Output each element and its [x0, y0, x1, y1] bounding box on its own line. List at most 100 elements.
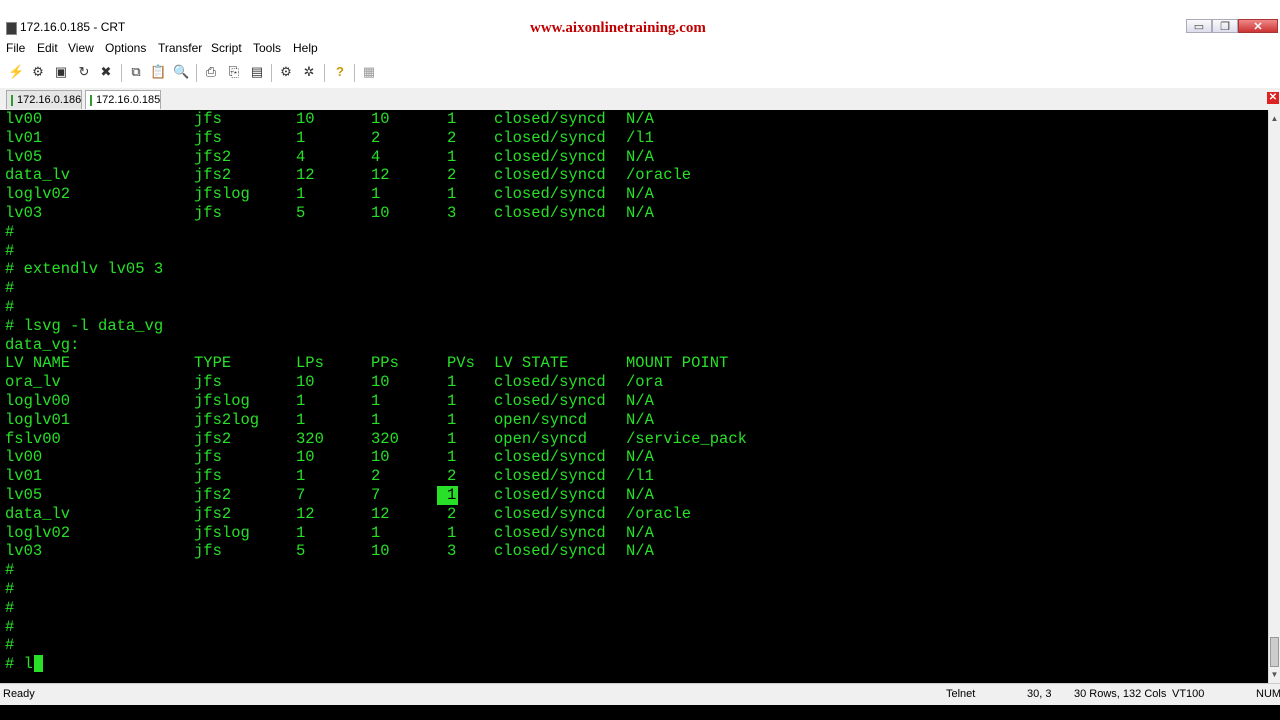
print-setup-icon[interactable]: ⎘	[226, 64, 242, 80]
menu-view[interactable]: View	[68, 41, 94, 55]
terminal-cell: 4	[371, 147, 381, 166]
disconnect-icon[interactable]: ✖	[98, 64, 114, 80]
find-icon[interactable]: 🔍	[173, 64, 189, 80]
terminal-cell: data_lv	[5, 504, 71, 523]
menu-edit[interactable]: Edit	[37, 41, 58, 55]
maximize-button[interactable]: ❐	[1212, 19, 1238, 33]
terminal-cell: closed/syncd	[494, 185, 606, 204]
terminal-cell: jfs2	[194, 486, 232, 504]
terminal-cell: closed/syncd	[494, 204, 606, 222]
terminal-text: #	[5, 561, 15, 580]
terminal-cell: jfslog	[194, 185, 250, 204]
session-tab-bar: 172.16.0.186 172.16.0.185	[0, 88, 1280, 111]
terminal-cell: jfs	[194, 128, 222, 147]
connect-tab-icon[interactable]: ▣	[53, 64, 69, 80]
status-emulation: VT100	[1172, 688, 1205, 700]
toolbar-separator	[196, 64, 197, 82]
terminal-cell: lv03	[5, 204, 43, 222]
terminal-cell: loglv02	[5, 523, 71, 542]
terminal-cell: 5	[296, 204, 306, 222]
terminal-cell: 2	[447, 467, 457, 486]
menu-help[interactable]: Help	[293, 41, 318, 55]
terminal-cell: loglv00	[5, 392, 71, 410]
terminal-cell: TYPE	[194, 354, 232, 373]
status-ready: Ready	[3, 688, 35, 700]
terminal-scrollbar[interactable]: ▲ ▼	[1268, 110, 1280, 683]
terminal-cell: /l1	[626, 467, 654, 486]
minimize-button[interactable]: ▭	[1186, 19, 1212, 33]
terminal-cell: closed/syncd	[494, 128, 606, 147]
terminal-cell: closed/syncd	[494, 448, 606, 467]
terminal-cell: jfs	[194, 204, 222, 222]
app-icon	[6, 22, 17, 35]
menu-file[interactable]: File	[6, 41, 25, 55]
terminal-screen[interactable]: lv00 jfs 10 10 1 closed/syncd N/A lv01 jfs 1 2 2 clo…	[0, 110, 1268, 683]
keymap-icon[interactable]: ▦	[361, 64, 377, 80]
reconnect-icon[interactable]: ↻	[76, 64, 92, 80]
terminal-cell: N/A	[626, 523, 654, 542]
terminal-cell: 1	[296, 185, 306, 204]
terminal-cell: N/A	[626, 542, 654, 561]
terminal-cell: lv01	[5, 467, 43, 486]
terminal-cell: open/syncd	[494, 410, 588, 429]
toolbar-separator	[121, 64, 122, 82]
terminal-cell: PVs	[447, 354, 475, 373]
global-options-icon[interactable]: ✲	[301, 64, 317, 80]
terminal-cell: lv00	[5, 110, 43, 128]
terminal-cell: 10	[296, 448, 315, 467]
terminal-cell: jfs2	[194, 147, 232, 166]
terminal-cell: closed/syncd	[494, 486, 606, 504]
terminal-text: # extendlv lv05 3	[5, 260, 164, 279]
close-button[interactable]: ✕	[1238, 19, 1278, 33]
terminal-text: #	[5, 279, 15, 298]
terminal-cell: 3	[447, 204, 457, 222]
tab-172-16-0-185[interactable]: 172.16.0.185	[85, 90, 161, 109]
terminal-cell: jfs2	[194, 166, 232, 185]
menu-transfer[interactable]: Transfer	[158, 41, 202, 55]
terminal-cell: 1	[447, 373, 457, 392]
terminal-cell: 10	[371, 110, 390, 128]
toolbar-separator	[324, 64, 325, 82]
menu-script[interactable]: Script	[211, 41, 242, 55]
tab-172-16-0-186[interactable]: 172.16.0.186	[6, 90, 82, 109]
paste-icon[interactable]: 📋	[150, 64, 166, 80]
menu-tools[interactable]: Tools	[253, 41, 281, 55]
terminal-cell: 12	[296, 166, 315, 185]
terminal-cell: jfs	[194, 110, 222, 128]
terminal-cell: 1	[447, 429, 457, 448]
terminal-text: #	[5, 617, 15, 636]
close-tab-icon[interactable]: ✕	[1267, 92, 1279, 104]
terminal-cell: jfslog	[194, 392, 250, 410]
printer-icon[interactable]: ▤	[249, 64, 265, 80]
terminal-cell: 1	[296, 467, 306, 486]
terminal-cell: open/syncd	[494, 429, 588, 448]
status-cursor-position: 30, 3	[1027, 688, 1052, 700]
help-icon[interactable]: ?	[332, 64, 348, 80]
session-options-icon[interactable]: ⚙	[278, 64, 294, 80]
terminal-cell: 10	[296, 373, 315, 392]
copy-icon[interactable]: ⧉	[128, 64, 144, 80]
terminal-cell: closed/syncd	[494, 467, 606, 486]
scroll-down-arrow-icon[interactable]: ▼	[1269, 666, 1280, 683]
terminal-cell: 1	[371, 523, 381, 542]
menu-options[interactable]: Options	[105, 41, 146, 55]
terminal-text: #	[5, 580, 15, 598]
quick-connect-icon[interactable]: ⚙	[30, 64, 46, 80]
terminal-cell: closed/syncd	[494, 166, 606, 185]
terminal-cell: 1	[296, 128, 306, 147]
terminal-cell: closed/syncd	[494, 392, 606, 410]
terminal-cell: jfs2	[194, 504, 232, 523]
terminal-cell: N/A	[626, 110, 654, 128]
terminal-text: #	[5, 241, 15, 260]
highlighted-cell: 1	[437, 486, 459, 505]
connect-icon[interactable]: ⚡	[8, 64, 24, 80]
scroll-up-arrow-icon[interactable]: ▲	[1269, 110, 1280, 127]
terminal-cell: PPs	[371, 354, 399, 373]
terminal-text: data_vg:	[5, 335, 80, 354]
terminal-cell: LPs	[296, 354, 324, 373]
status-protocol: Telnet	[946, 688, 976, 700]
scroll-thumb[interactable]	[1270, 637, 1279, 667]
terminal-cell: 1	[447, 392, 457, 410]
print-icon[interactable]: ⎙	[203, 64, 219, 80]
terminal-cell: MOUNT POINT	[626, 354, 729, 373]
